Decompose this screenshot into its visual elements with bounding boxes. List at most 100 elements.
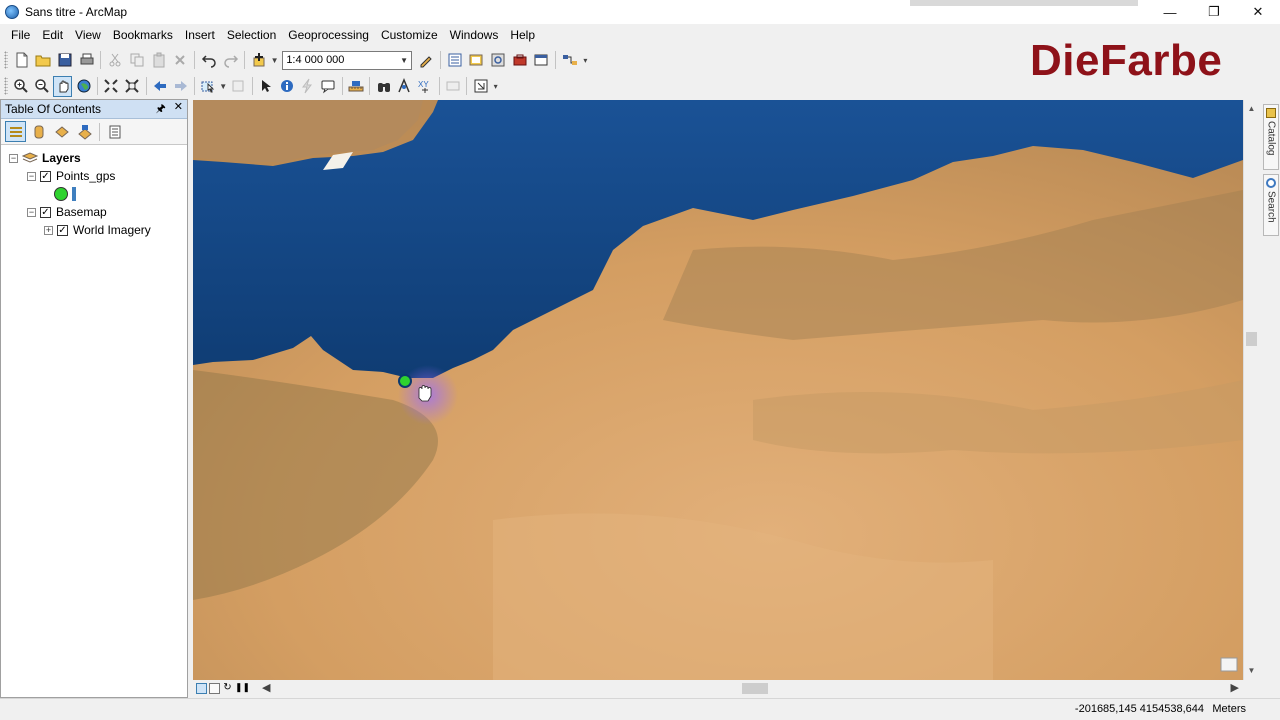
close-button[interactable]: ✕	[1236, 0, 1280, 24]
print-icon[interactable]	[77, 50, 97, 71]
layer-group-row[interactable]: − Layers	[1, 149, 187, 167]
vertical-scroll-thumb[interactable]	[1246, 332, 1257, 346]
fixed-zoom-in-icon[interactable]	[102, 76, 121, 97]
refresh-icon[interactable]: ↻	[222, 683, 233, 694]
table-of-contents-icon[interactable]	[445, 50, 465, 71]
menu-bookmarks[interactable]: Bookmarks	[107, 24, 179, 46]
scroll-right-arrow-icon[interactable]: ▶	[1231, 681, 1239, 696]
layout-view-icon[interactable]	[209, 683, 220, 694]
select-dropdown-arrow[interactable]: ▼	[219, 82, 228, 91]
select-features-icon[interactable]	[199, 76, 218, 97]
menu-customize[interactable]: Customize	[375, 24, 444, 46]
redo-icon[interactable]	[221, 50, 241, 71]
add-data-icon[interactable]	[249, 50, 269, 71]
search-tab[interactable]: Search	[1263, 174, 1279, 236]
layer-row-points-gps[interactable]: − ✓ Points_gps	[1, 167, 187, 185]
separator	[439, 51, 441, 69]
full-extent-globe-icon[interactable]	[74, 76, 93, 97]
clear-selection-icon[interactable]	[229, 76, 248, 97]
point-symbol-icon[interactable]	[54, 187, 68, 201]
zoom-out-icon[interactable]	[32, 76, 51, 97]
create-viewer-window-icon[interactable]	[471, 76, 490, 97]
toolbar-overflow-arrow[interactable]: ▾	[491, 82, 500, 91]
layer-row-world-imagery[interactable]: + ✓ World Imagery	[1, 221, 187, 239]
undo-icon[interactable]	[199, 50, 219, 71]
paste-icon[interactable]	[149, 50, 169, 71]
scroll-down-arrow-icon[interactable]: ▼	[1244, 664, 1259, 678]
go-back-arrow-icon[interactable]	[150, 76, 169, 97]
layer-visibility-checkbox[interactable]: ✓	[40, 170, 51, 182]
open-folder-icon[interactable]	[33, 50, 53, 71]
copy-icon[interactable]	[127, 50, 147, 71]
layer-group-label: Layers	[42, 151, 81, 165]
search-window-icon[interactable]	[488, 50, 508, 71]
pin-icon[interactable]: 🖈	[156, 100, 166, 119]
model-builder-icon[interactable]	[560, 50, 580, 71]
editor-toolbar-icon[interactable]	[416, 50, 436, 71]
save-icon[interactable]	[55, 50, 75, 71]
find-binoculars-icon[interactable]	[374, 76, 393, 97]
select-elements-arrow-icon[interactable]	[256, 76, 275, 97]
list-by-drawing-order-icon[interactable]	[5, 121, 26, 142]
toc-header: Table Of Contents 🖈 ✕	[1, 100, 187, 119]
delete-icon[interactable]	[170, 50, 190, 71]
map-display[interactable]	[193, 100, 1243, 680]
vertical-scrollbar[interactable]: ▲ ▼	[1243, 100, 1258, 680]
html-popup-icon[interactable]	[319, 76, 338, 97]
gps-point-marker[interactable]	[398, 374, 412, 388]
collapse-icon[interactable]: −	[27, 207, 36, 217]
menu-file[interactable]: File	[5, 24, 36, 46]
hyperlink-lightning-icon[interactable]	[298, 76, 317, 97]
chevron-down-icon[interactable]: ▼	[400, 56, 408, 65]
new-document-icon[interactable]	[12, 50, 32, 71]
zoom-in-icon[interactable]	[12, 76, 31, 97]
toolbar-overflow-arrow[interactable]: ▾	[581, 56, 590, 65]
toc-close-icon[interactable]: ✕	[174, 100, 183, 119]
menu-view[interactable]: View	[69, 24, 107, 46]
collapse-icon[interactable]: −	[27, 171, 36, 181]
list-by-selection-icon[interactable]	[74, 121, 95, 142]
find-route-icon[interactable]	[395, 76, 414, 97]
menu-selection[interactable]: Selection	[221, 24, 282, 46]
cut-icon[interactable]	[105, 50, 125, 71]
go-forward-arrow-icon[interactable]	[171, 76, 190, 97]
arctoolbox-icon[interactable]	[510, 50, 530, 71]
layer-visibility-checkbox[interactable]: ✓	[57, 224, 68, 236]
measure-ruler-icon[interactable]	[347, 76, 366, 97]
expand-icon[interactable]: +	[44, 225, 53, 235]
cursor-coordinates: -201685,145 4154538,644	[1074, 703, 1204, 715]
layer-row-basemap[interactable]: − ✓ Basemap	[1, 203, 187, 221]
horizontal-scrollbar[interactable]: ◀ ▶	[258, 681, 1243, 696]
menu-help[interactable]: Help	[504, 24, 541, 46]
go-to-xy-icon[interactable]: XY	[416, 76, 435, 97]
minimize-button[interactable]: —	[1148, 0, 1192, 24]
pause-drawing-icon[interactable]: ❚❚	[235, 683, 250, 694]
menu-edit[interactable]: Edit	[36, 24, 69, 46]
horizontal-scroll-thumb[interactable]	[742, 683, 768, 694]
toolbar-grip[interactable]	[4, 77, 8, 95]
collapse-icon[interactable]: −	[9, 153, 18, 163]
identify-info-icon[interactable]	[277, 76, 296, 97]
catalog-tab[interactable]: Catalog	[1263, 104, 1279, 170]
list-by-source-icon[interactable]	[28, 121, 49, 142]
satellite-map[interactable]	[193, 100, 1243, 680]
catalog-window-icon[interactable]	[466, 50, 486, 71]
fixed-zoom-out-icon[interactable]	[123, 76, 142, 97]
list-by-visibility-icon[interactable]	[51, 121, 72, 142]
map-scale-combo[interactable]: 1:4 000 000 ▼	[282, 50, 413, 70]
time-slider-icon[interactable]	[444, 76, 463, 97]
map-tips-icon[interactable]	[1220, 657, 1238, 672]
scroll-up-arrow-icon[interactable]: ▲	[1244, 102, 1259, 116]
layer-visibility-checkbox[interactable]: ✓	[40, 206, 51, 218]
add-data-dropdown-arrow[interactable]: ▼	[270, 56, 279, 65]
scroll-left-arrow-icon[interactable]: ◀	[262, 681, 270, 696]
menu-insert[interactable]: Insert	[179, 24, 221, 46]
toc-options-icon[interactable]	[104, 121, 125, 142]
data-view-icon[interactable]	[196, 683, 207, 694]
python-window-icon[interactable]	[531, 50, 551, 71]
restore-button[interactable]: ❐	[1192, 0, 1236, 24]
menu-geoprocessing[interactable]: Geoprocessing	[282, 24, 375, 46]
toolbar-grip[interactable]	[4, 51, 8, 69]
menu-windows[interactable]: Windows	[444, 24, 505, 46]
pan-hand-icon[interactable]	[53, 75, 73, 97]
